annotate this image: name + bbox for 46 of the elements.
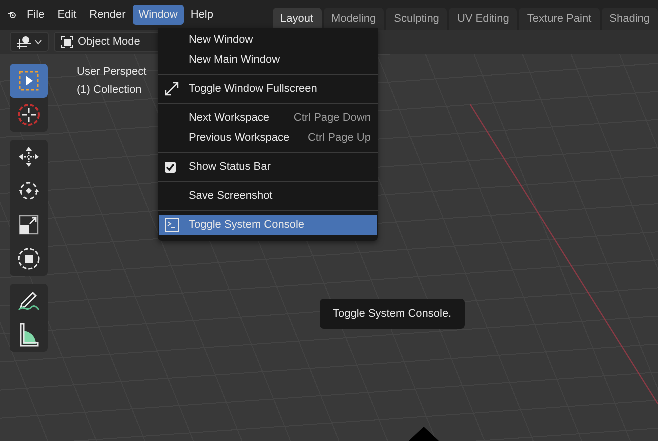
axes-sphere-icon [17,35,31,49]
workspace-tab[interactable]: Texture Paint [519,8,600,30]
menu-entry[interactable]: New Main Window [158,50,377,70]
menu-entry[interactable]: Save Screenshot [158,186,377,206]
viewport-info-text: (1) Collection [77,84,143,96]
workspace-tab[interactable]: Shading [602,8,658,30]
fullscreen-icon [164,82,179,96]
checkbox[interactable] [164,162,176,172]
cursor-icon [17,103,41,127]
workspace-tab[interactable]: UV Editing [449,8,518,30]
viewport-info-text: User Perspect [77,66,147,78]
pencil-line-icon [17,289,41,313]
shortcut-label: Ctrl Page Down [294,112,371,124]
menu-item[interactable]: File [20,5,51,25]
menu-item[interactable]: Edit [52,5,83,25]
menu-entry[interactable]: Previous Workspace Ctrl Page Up [158,128,377,148]
chevron-down-icon [35,40,42,44]
menu-item[interactable]: Window [132,5,184,25]
menu-entry[interactable]: Toggle System Console [158,215,377,235]
triangle-marker-icon [409,427,439,441]
menu-entry[interactable]: Toggle Window Fullscreen [158,79,377,99]
menu-entry-label: Toggle System Console [188,219,306,231]
select-box-icon [18,70,40,92]
scale-icon [18,214,40,236]
move-arrows-icon [18,146,40,168]
ruler-protractor-icon [18,323,40,347]
shortcut-label: Ctrl Page Up [308,132,371,144]
menu-entry[interactable]: Next Workspace Ctrl Page Down [158,108,377,128]
console-icon [164,218,179,232]
menu-entry-label: Show Status Bar [188,161,272,173]
object-mode-icon [61,36,74,48]
workspace-tab[interactable]: Layout [272,8,322,30]
workspace-tab[interactable]: Sculpting [386,8,448,30]
menu-entry-label: New Main Window [188,54,282,66]
menu-entry-label: Save Screenshot [188,190,274,202]
menu-entry-label: Toggle Window Fullscreen [188,83,318,95]
menu-item[interactable]: Render [84,5,132,25]
menu-item[interactable]: Help [184,5,220,25]
editor-type-button[interactable] [10,32,49,52]
workspace-tab[interactable]: Modeling [324,8,384,30]
rotate-icon [18,180,40,202]
menu-entry-label: Previous Workspace [188,132,291,144]
tooltip: Toggle System Console. [320,299,465,329]
menu-entry[interactable]: Show Status Bar [158,157,377,177]
menu-entry-label: Next Workspace [188,112,270,124]
transform-icon [17,247,41,271]
